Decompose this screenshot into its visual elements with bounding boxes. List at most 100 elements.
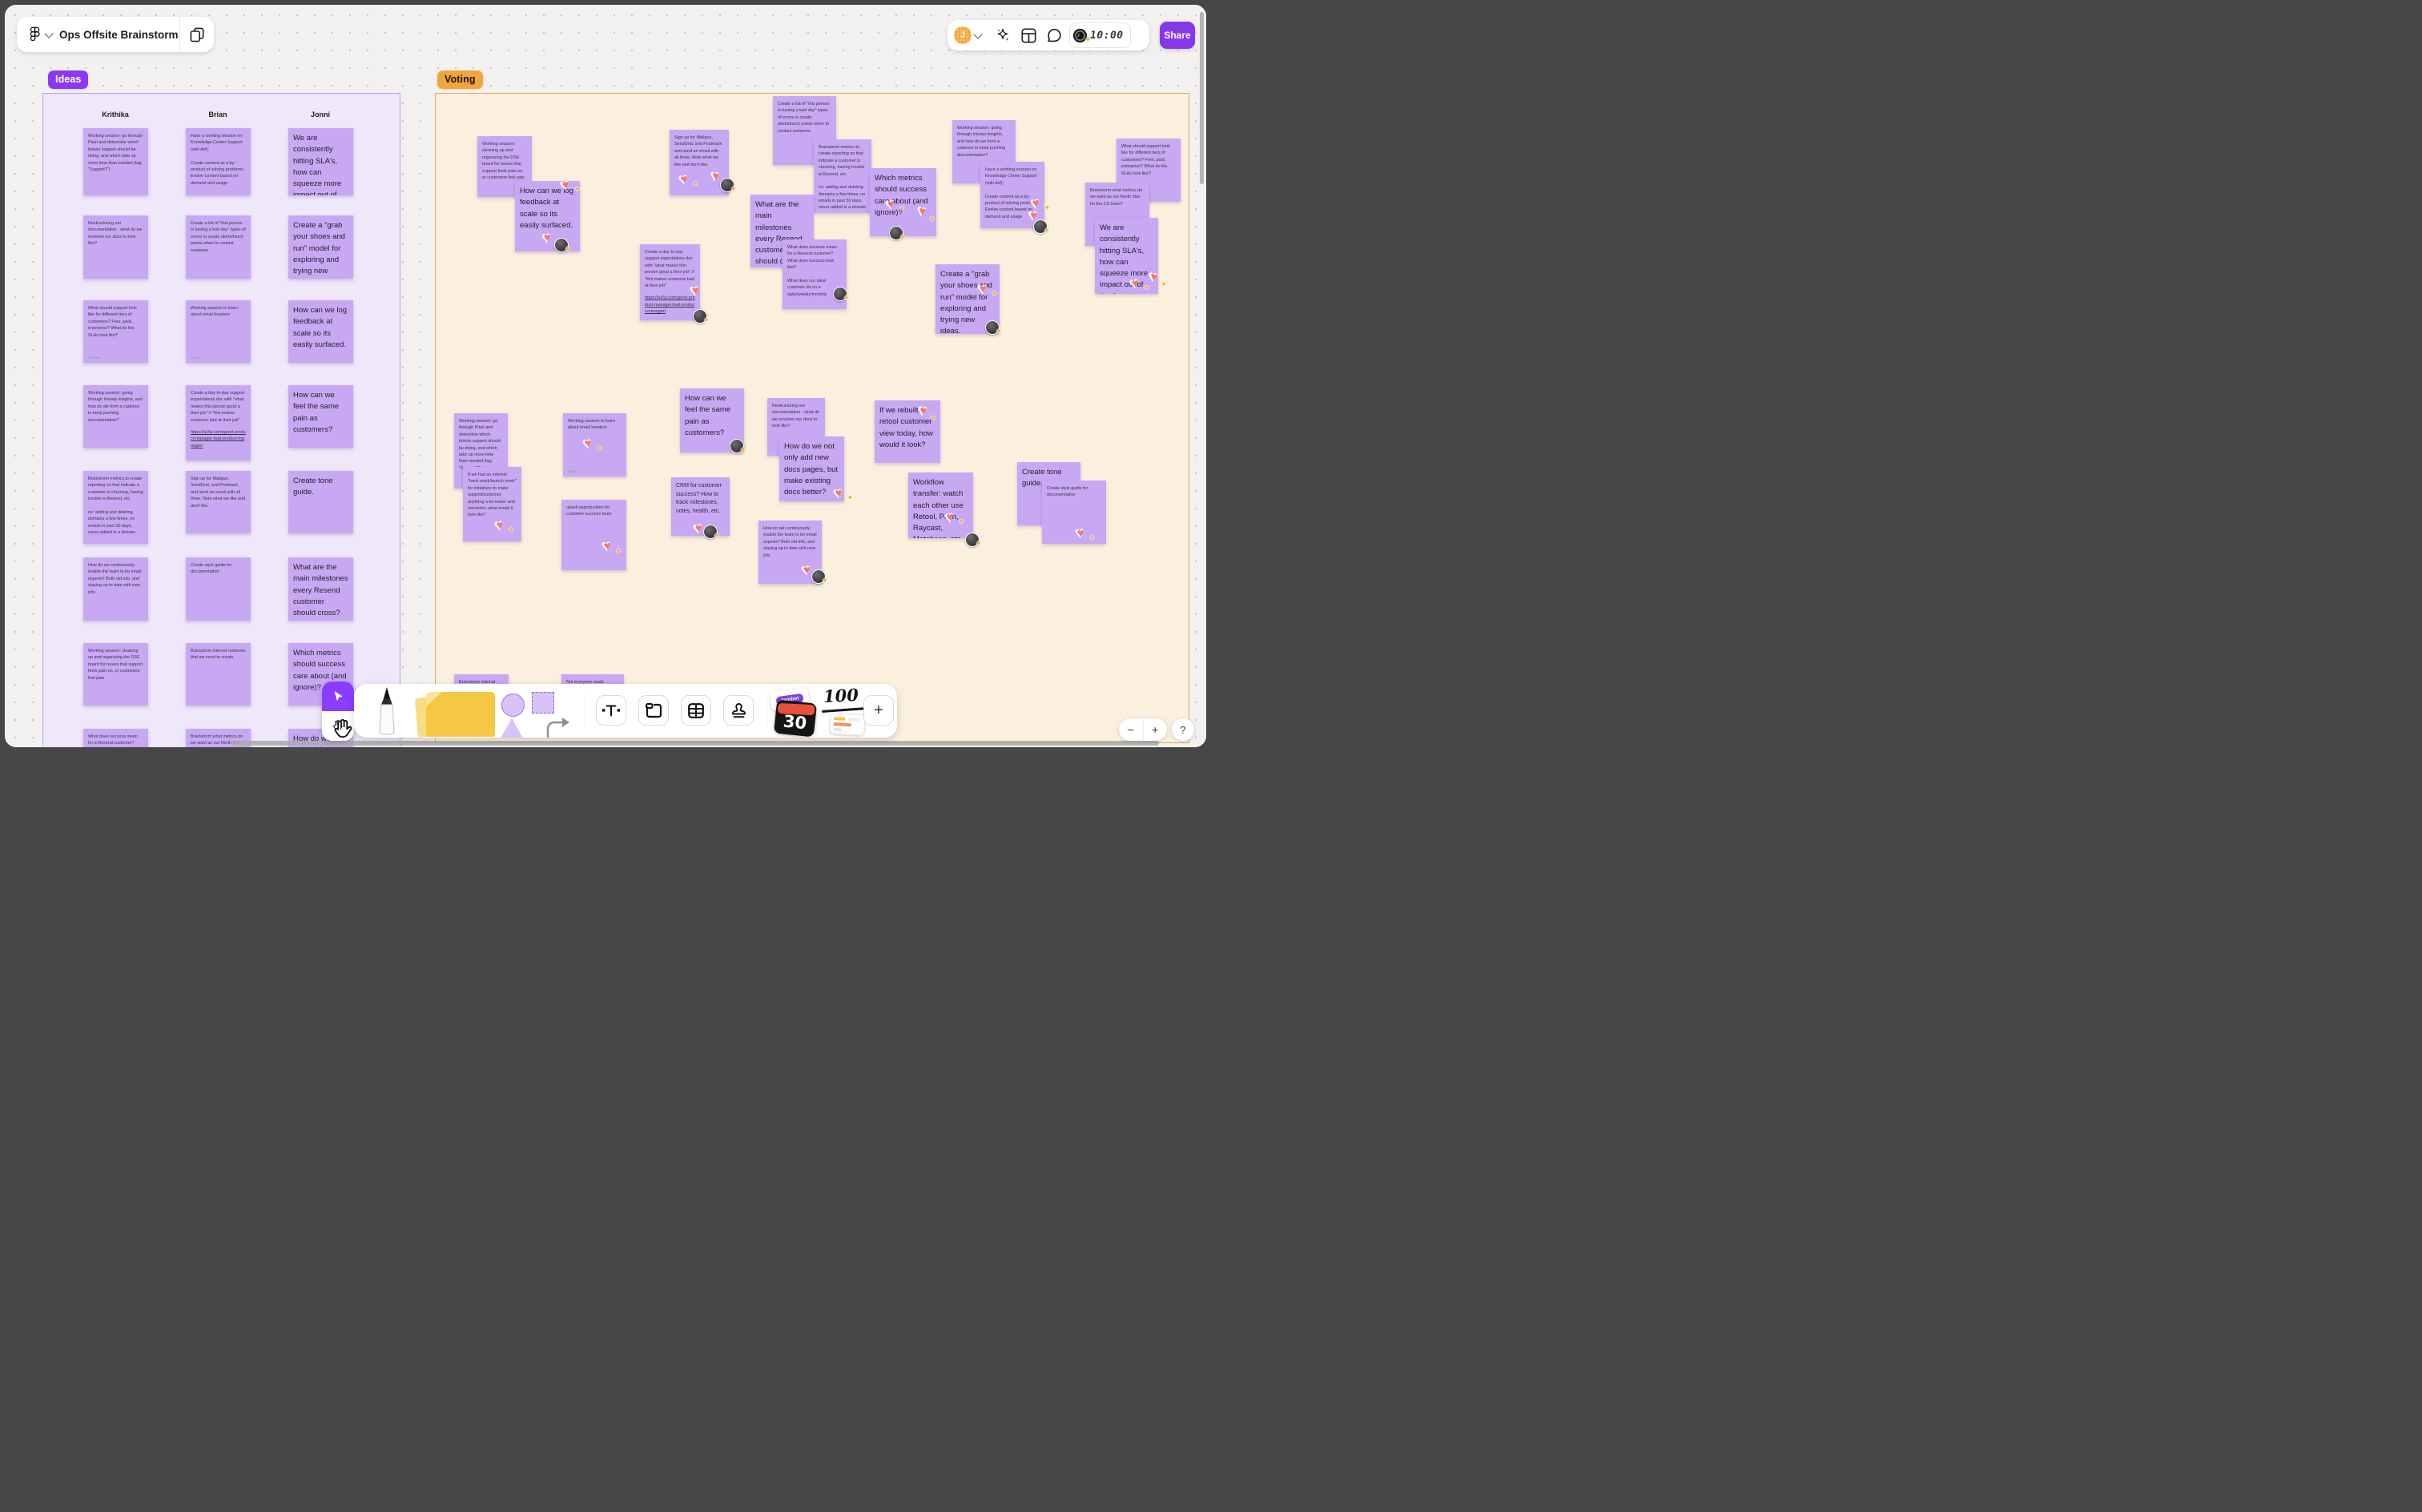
sticky-note[interactable]: Brainstorm metrics to create reporting o… xyxy=(814,139,871,213)
sticky-note-text: How can we feel the same pain as custome… xyxy=(293,391,340,434)
templates-button[interactable] xyxy=(1018,25,1039,46)
column-header-jonni: Jonni xyxy=(311,111,330,119)
sparkle-icon: ✦ xyxy=(1159,279,1168,290)
sticky-note[interactable]: Brainstorm metrics to create reporting o… xyxy=(83,471,148,544)
sticky-note-text: Create a list of "this person is having … xyxy=(191,221,246,253)
avatar-sticker: ✦ xyxy=(720,178,737,194)
avatar-sticker: ✦ xyxy=(965,533,982,549)
sticky-note-text: We are consistently hitting SLA's, how c… xyxy=(293,134,342,195)
sticky-note[interactable]: Create a "grab your shoes and run" model… xyxy=(288,215,353,279)
sticky-note[interactable]: What are the main milestones every Resen… xyxy=(288,557,353,621)
marker-tool[interactable] xyxy=(373,687,400,737)
sparkle-icon: ✦ xyxy=(928,413,937,424)
sticky-note-text: How do we continuously enable the team t… xyxy=(763,526,817,558)
shape-square[interactable] xyxy=(532,692,554,714)
comments-button[interactable] xyxy=(1044,25,1064,46)
shape-triangle[interactable] xyxy=(498,718,525,738)
file-title[interactable]: Ops Offsite Brainstorm xyxy=(59,29,179,41)
sticky-note-author: Brian xyxy=(568,469,577,473)
sticky-note[interactable]: What does success mean for a Resend cust… xyxy=(83,729,148,747)
sticky-note[interactable]: Have a working session on Knowledge Cent… xyxy=(186,128,251,195)
sparkle-icon: ✦ xyxy=(730,185,737,194)
sticky-note[interactable]: Brainstorm internal runbooks that we nee… xyxy=(186,643,251,706)
sticky-note[interactable]: Working session: cleaning up and organiz… xyxy=(83,643,148,706)
sticky-note-tool[interactable] xyxy=(415,689,498,737)
heart-sparkle-sticker: ♥♥✦ xyxy=(831,483,855,504)
section-label-ideas[interactable]: Ideas xyxy=(48,70,89,89)
sticky-note[interactable]: Working session: go through Plain and de… xyxy=(83,128,148,195)
sticky-note[interactable]: Sign up for Mailgun, SendGrid, and Postm… xyxy=(186,471,251,533)
sticky-note-text: Restructuring our documentation - what d… xyxy=(772,404,820,429)
canvas[interactable]: Ideas Voting Krithika Brian Jonni Working ses… xyxy=(5,5,1206,747)
heart-sparkle-sticker: ♥♥✦ xyxy=(581,433,604,454)
sticky-note[interactable]: How can we feel the same pain as custome… xyxy=(288,385,353,448)
duplicate-icon xyxy=(190,27,204,42)
horizontal-scrollbar[interactable] xyxy=(232,741,1159,746)
sticky-note-link[interactable]: https://a16z.com/good-product-manager-ba… xyxy=(645,295,695,315)
sparkle-icon: ✦ xyxy=(821,577,828,585)
sticky-note-text: Create style guide for documentation xyxy=(191,563,232,575)
section-label-voting[interactable]: Voting xyxy=(437,70,483,89)
countdown-label: 30 xyxy=(782,711,808,734)
sticky-note[interactable]: Workflow transfer: watch each other use … xyxy=(908,472,973,538)
table-icon xyxy=(688,702,704,718)
sparkle-icon: ✦ xyxy=(975,540,982,549)
sticky-note[interactable]: Working session to learn about email hea… xyxy=(186,300,251,363)
comment-bubble-icon xyxy=(1047,28,1061,42)
sticky-note[interactable]: Create tone guide. xyxy=(288,471,353,533)
avatar-sticker: ✦ xyxy=(693,309,710,325)
figjam-window: Ideas Voting Krithika Brian Jonni Working ses… xyxy=(5,5,1206,747)
score-underline xyxy=(821,707,867,713)
music-disc-icon: ✦ xyxy=(1073,28,1092,45)
sticky-note-text: CRM for customer success? How to track m… xyxy=(676,483,722,514)
sparkle-icon: ✦ xyxy=(739,446,746,455)
sticky-note[interactable]: What should support look like for differ… xyxy=(83,300,148,363)
sticky-note[interactable]: How can we log feedback at scale so its … xyxy=(288,300,353,363)
sticky-note-author: Krithika xyxy=(88,356,101,360)
stamp-tool[interactable] xyxy=(723,695,754,726)
current-user-menu[interactable]: J xyxy=(954,26,983,44)
connector-tool[interactable] xyxy=(545,718,573,738)
sticky-note-text: Create style guide for documentation xyxy=(1047,486,1088,498)
sticky-note-text: Brainstorm internal runbooks that we nee… xyxy=(191,649,246,661)
sticky-note[interactable]: How do we continuously enable the team t… xyxy=(83,557,148,621)
sticky-note[interactable]: Restructuring our documentation - what d… xyxy=(83,215,148,279)
zoom-in-button[interactable]: + xyxy=(1144,718,1168,741)
help-button[interactable]: ? xyxy=(1172,718,1194,741)
sticky-note[interactable]: Create a day-to-day support expectations… xyxy=(186,385,251,460)
table-tool[interactable] xyxy=(681,695,711,726)
sticky-note[interactable]: Working session: going through Inkeep in… xyxy=(83,385,148,448)
sticky-note-text: What should support look like for differ… xyxy=(88,306,137,338)
sticky-note-text: How can we feel the same pain as custome… xyxy=(685,394,731,437)
heart-sparkle-sticker: ♥♥✦ xyxy=(915,201,936,224)
planner-widget[interactable] xyxy=(829,712,866,737)
countdown-widget[interactable]: 30 xyxy=(773,699,818,738)
sticky-note[interactable]: Create a list of "this person is having … xyxy=(186,215,251,279)
sticky-note[interactable]: upsell opportunities for customer succes… xyxy=(561,500,626,570)
sticky-note[interactable]: We are consistently hitting SLA's, how c… xyxy=(288,128,353,195)
chevron-down-icon xyxy=(973,29,983,39)
heart-sparkle-sticker: ♥♥✦ xyxy=(1073,523,1096,544)
main-menu[interactable] xyxy=(30,26,54,42)
column-header-brian: Brian xyxy=(208,111,227,119)
shape-circle[interactable] xyxy=(501,694,525,717)
duplicate-button[interactable] xyxy=(180,24,214,45)
avatar-sticker: ✦ xyxy=(554,238,571,254)
sticky-note-link[interactable]: https://a16z.com/good-product-manager-ba… xyxy=(191,429,246,449)
vertical-scrollbar[interactable] xyxy=(1200,12,1204,184)
sticky-note[interactable]: Create style guide for documentation xyxy=(186,557,251,621)
section-tool[interactable] xyxy=(638,695,669,726)
text-tool[interactable] xyxy=(596,695,626,726)
score-widget[interactable]: 100 xyxy=(823,685,859,706)
heart-sparkle-sticker: ♥♥✦ xyxy=(943,507,966,528)
add-tool-button[interactable]: + xyxy=(863,695,894,726)
sticky-note-text: Have a working session on Knowledge Cent… xyxy=(191,134,243,186)
sparkles-icon xyxy=(997,28,1009,42)
zoom-out-button[interactable]: − xyxy=(1119,718,1144,741)
ai-actions-button[interactable] xyxy=(992,25,1013,46)
select-tool[interactable] xyxy=(322,682,354,711)
sparkle-icon: ✦ xyxy=(702,316,710,325)
timer-widget[interactable]: ✦ 10:00 xyxy=(1069,22,1131,48)
share-button[interactable]: Share xyxy=(1160,22,1195,49)
heart-sparkle-sticker: ♥♥✦ xyxy=(677,169,700,190)
